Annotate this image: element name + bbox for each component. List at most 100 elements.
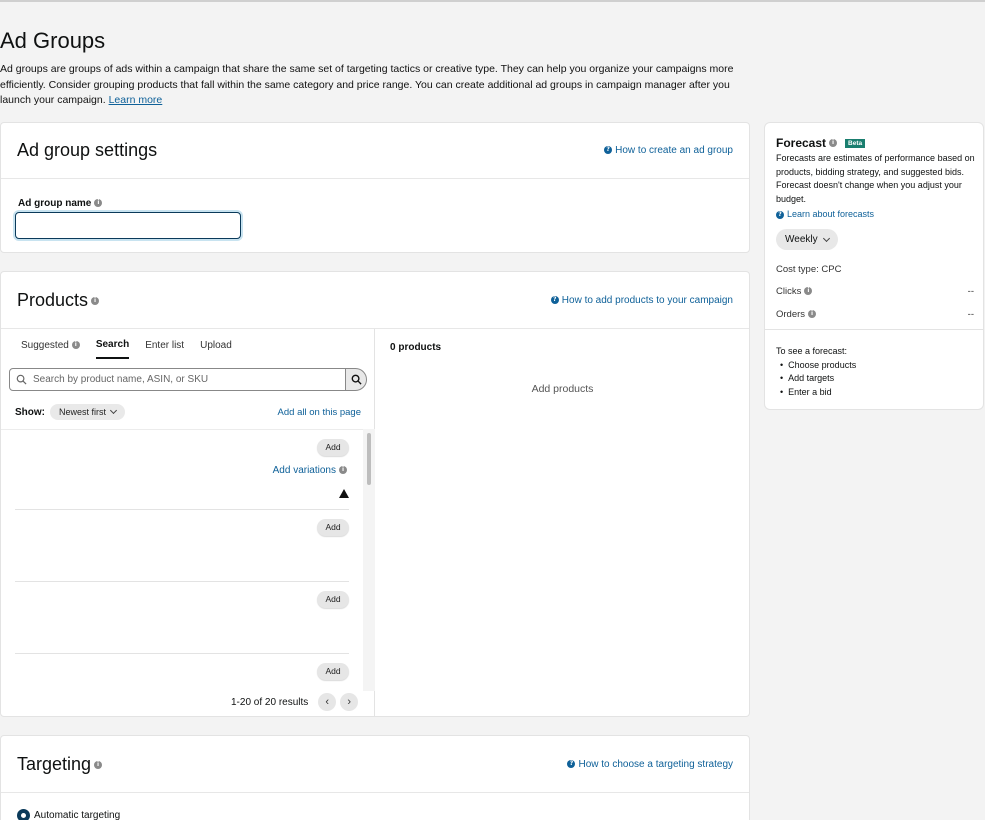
orders-label-text: Orders (776, 309, 806, 320)
warning-icon (339, 489, 349, 498)
info-icon[interactable]: i (804, 287, 813, 296)
pagination-summary: 1-20 of 20 results (231, 696, 309, 708)
show-label: Show: (15, 406, 45, 418)
info-icon[interactable]: i (71, 341, 80, 350)
product-search-input[interactable]: Search by product name, ASIN, or SKU (9, 368, 346, 391)
orders-row: Orders i -- (776, 309, 974, 320)
help-icon: ? (776, 210, 784, 219)
pagination: 1-20 of 20 results ‹ › (231, 693, 359, 711)
list-item: Add Add variations i (15, 430, 349, 510)
ad-group-name-label: Ad group name i (18, 198, 103, 209)
selected-products-count: 0 products (390, 342, 442, 353)
list-item: Add (15, 582, 349, 654)
products-card: Products i ? How to add products to your c… (0, 271, 750, 717)
clicks-label: Clicks i (776, 286, 813, 297)
clicks-row: Clicks i -- (776, 286, 974, 297)
learn-about-forecasts-label: Learn about forecasts (787, 209, 875, 219)
how-to-create-ad-group-label: How to create an ad group (615, 145, 733, 156)
search-placeholder: Search by product name, ASIN, or SKU (33, 374, 209, 385)
forecast-title: Forecast i Beta (776, 136, 866, 150)
chevron-down-icon (109, 406, 118, 415)
clicks-label-text: Clicks (776, 286, 802, 297)
beta-badge: Beta (845, 138, 866, 148)
cost-type: Cost type: CPC (776, 264, 974, 275)
results-scrollbar[interactable] (363, 429, 375, 691)
help-icon: ? (567, 759, 576, 768)
tab-suggested[interactable]: Suggested i (21, 330, 80, 358)
targeting-card: Targeting i ? How to choose a targeting st… (0, 735, 750, 820)
info-icon[interactable]: i (94, 760, 103, 769)
tab-upload[interactable]: Upload (200, 330, 232, 358)
forecast-hint-item: Enter a bid (780, 386, 856, 400)
add-button[interactable]: Add (317, 519, 349, 536)
info-icon[interactable]: i (339, 466, 347, 475)
next-page-button[interactable]: › (340, 693, 359, 711)
page-description: Ad groups are groups of ads within a cam… (0, 62, 740, 109)
scrollbar-thumb[interactable] (367, 433, 371, 485)
forecast-panel: Forecast i Beta Forecasts are estimates o… (764, 122, 984, 410)
tab-search[interactable]: Search (95, 329, 130, 359)
forecast-period-dropdown[interactable]: Weekly (776, 229, 838, 250)
forecast-hint-list: Choose products Add targets Enter a bid (776, 359, 856, 400)
how-to-create-ad-group-link[interactable]: ? How to create an ad group (604, 145, 733, 156)
sort-dropdown-value: Newest first (59, 407, 107, 417)
info-icon[interactable]: i (808, 310, 817, 319)
forecast-description: Forecasts are estimates of performance b… (776, 153, 975, 204)
help-icon: ? (550, 295, 559, 304)
targeting-title: Targeting i (17, 753, 103, 775)
list-item: Add (15, 654, 349, 691)
ad-group-name-input[interactable] (15, 212, 241, 239)
add-variations-link[interactable]: Add variations i (273, 465, 347, 476)
cost-type-label: Cost type: CPC (776, 264, 842, 275)
ad-group-settings-header: Ad group settings ? How to create an ad g… (1, 123, 749, 179)
prev-page-button[interactable]: ‹ (318, 693, 337, 711)
info-icon[interactable]: i (94, 199, 103, 208)
clicks-value: -- (967, 286, 974, 297)
learn-about-forecasts-link[interactable]: ? Learn about forecasts (776, 209, 874, 219)
page-title: Ad Groups (0, 28, 106, 53)
list-item: Add (15, 510, 349, 582)
add-button[interactable]: Add (317, 439, 349, 456)
tab-enter-list[interactable]: Enter list (145, 330, 184, 358)
how-to-add-products-label: How to add products to your campaign (561, 294, 733, 306)
add-button[interactable]: Add (317, 663, 349, 680)
selected-products-empty: Add products (531, 383, 594, 395)
orders-label: Orders i (776, 309, 817, 320)
how-to-choose-targeting-link[interactable]: ? How to choose a targeting strategy (567, 759, 733, 770)
targeting-header: Targeting i ? How to choose a targeting st… (1, 736, 749, 793)
info-icon[interactable]: i (91, 296, 100, 305)
products-title-text: Products (17, 289, 89, 310)
orders-value: -- (967, 309, 974, 320)
show-row: Show: Newest first Add all on this page (15, 404, 361, 420)
forecast-divider (765, 329, 984, 330)
learn-more-link[interactable]: Learn more (109, 94, 163, 106)
add-button[interactable]: Add (317, 591, 349, 608)
how-to-add-products-link[interactable]: ? How to add products to your campaign (550, 294, 733, 306)
forecast-hint-title: To see a forecast: (776, 346, 848, 356)
forecast-period-value: Weekly (785, 234, 818, 245)
add-all-on-page-link[interactable]: Add all on this page (278, 407, 361, 418)
forecast-hint: To see a forecast: Choose products Add t… (776, 345, 856, 399)
automatic-targeting-label: Automatic targeting (34, 810, 121, 820)
automatic-targeting-option[interactable]: Automatic targeting (17, 809, 120, 820)
add-variations-label: Add variations (272, 465, 336, 476)
ad-group-settings-title: Ad group settings (17, 140, 158, 160)
forecast-title-text: Forecast (776, 136, 827, 150)
product-tabs: Suggested i Search Enter list Upload (1, 329, 375, 359)
help-icon: ? (604, 146, 613, 155)
how-to-choose-targeting-label: How to choose a targeting strategy (578, 758, 733, 770)
search-icon (16, 374, 27, 385)
search-button[interactable] (345, 368, 367, 391)
tab-suggested-label: Suggested (21, 340, 69, 351)
products-header: Products i ? How to add products to your c… (1, 272, 749, 329)
info-icon[interactable]: i (829, 139, 838, 147)
sort-dropdown[interactable]: Newest first (50, 404, 126, 420)
targeting-title-text: Targeting (17, 753, 92, 774)
product-results-list: Add Add variations i Add Add Add (1, 429, 363, 691)
ad-group-name-label-text: Ad group name (18, 198, 92, 209)
chevron-down-icon (822, 234, 830, 242)
search-icon (351, 374, 362, 385)
products-title: Products i (17, 289, 100, 311)
forecast-hint-item: Choose products (780, 359, 856, 373)
radio-selected-icon[interactable] (17, 809, 30, 820)
